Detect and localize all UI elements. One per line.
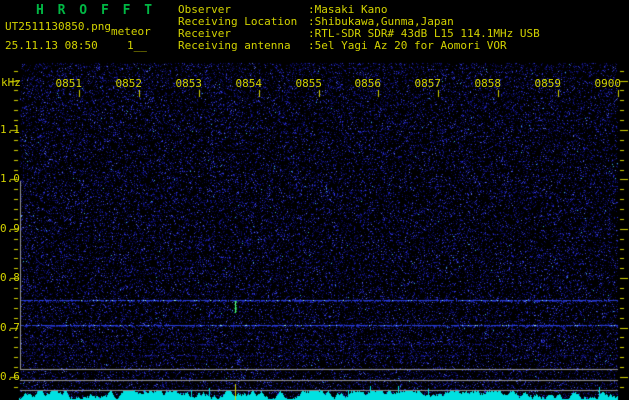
observer-label: Observer — [178, 4, 231, 15]
freq-tick-label: 1.1 — [0, 124, 19, 135]
receiver-value: :RTL-SDR SDR# 43dB L15 114.1MHz USB — [308, 28, 540, 39]
receiving-antenna-value: :5el Yagi Az 20 for Aomori VOR — [308, 40, 507, 51]
freq-tick-label: 0.9 — [0, 223, 19, 234]
receiving-antenna-label: Receiving antenna — [178, 40, 291, 51]
time-tick-label: 0853 — [172, 78, 202, 89]
receiving-location-label: Receiving Location — [178, 16, 297, 27]
observer-value: :Masaki Kano — [308, 4, 387, 15]
time-tick-label: 0856 — [351, 78, 381, 89]
time-tick-label: 0858 — [471, 78, 501, 89]
time-tick-label: 0855 — [292, 78, 322, 89]
spectrogram-canvas — [0, 0, 629, 400]
app-title: H R O F F T — [36, 4, 155, 17]
time-tick-label: 0900 — [591, 78, 621, 89]
datetime-label: 25.11.13 08:50 — [5, 40, 98, 51]
freq-axis-unit-label: kHz — [1, 77, 21, 88]
receiving-location-value: :Shibukawa,Gunma,Japan — [308, 16, 454, 27]
time-tick-label: 0854 — [232, 78, 262, 89]
receiver-label: Receiver — [178, 28, 231, 39]
time-tick-label: 0857 — [411, 78, 441, 89]
time-tick-label: 0859 — [531, 78, 561, 89]
filename-label: UT2511130850.png — [5, 21, 111, 32]
freq-tick-label: 0.6 — [0, 371, 19, 382]
freq-tick-label: 1.0 — [0, 173, 19, 184]
progress-counter: 1__ — [127, 40, 147, 51]
time-tick-label: 0852 — [112, 78, 142, 89]
freq-tick-label: 0.8 — [0, 272, 19, 283]
mode-label: meteor — [111, 26, 151, 37]
hrofft-screen: H R O F F T UT2511130850.png meteor 25.1… — [0, 0, 629, 400]
time-tick-label: 0851 — [52, 78, 82, 89]
freq-tick-label: 0.7 — [0, 322, 19, 333]
